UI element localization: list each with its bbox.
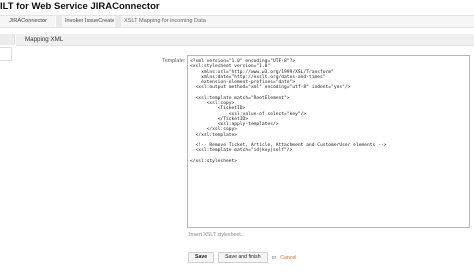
breadcrumb: JIRAConnector Invoker IssueCreate XSLT M… [0,15,474,28]
template-hint: Insert XSLT stylesheet. [189,232,243,238]
form-actions: Save Save and finish or Cancel [188,252,296,263]
sidebar-panel-edge [0,47,12,61]
sidebar-collapse-handle[interactable] [0,34,15,45]
cancel-link[interactable]: Cancel [280,255,296,261]
breadcrumb-item-invoker[interactable]: Invoker IssueCreate [65,16,115,27]
template-textarea[interactable]: <?xml version="1.0" encoding="UTF-8"?> <… [187,55,470,228]
widget-title: Mapping XML [25,36,64,43]
save-button[interactable]: Save [188,252,215,263]
or-text: or [271,254,277,261]
widget-header-mapping-xml: Mapping XML [16,34,474,46]
template-label: Template: [162,58,186,64]
save-and-finish-button[interactable]: Save and finish [218,252,268,263]
breadcrumb-item-current: XSLT Mapping for incoming Data [124,18,206,24]
breadcrumb-separator [55,16,62,27]
breadcrumb-item-jiraconnector[interactable]: JIRAConnector [9,16,47,27]
breadcrumb-separator [114,16,121,27]
page-title: ILT for Web Service JIRAConnector [0,1,160,12]
